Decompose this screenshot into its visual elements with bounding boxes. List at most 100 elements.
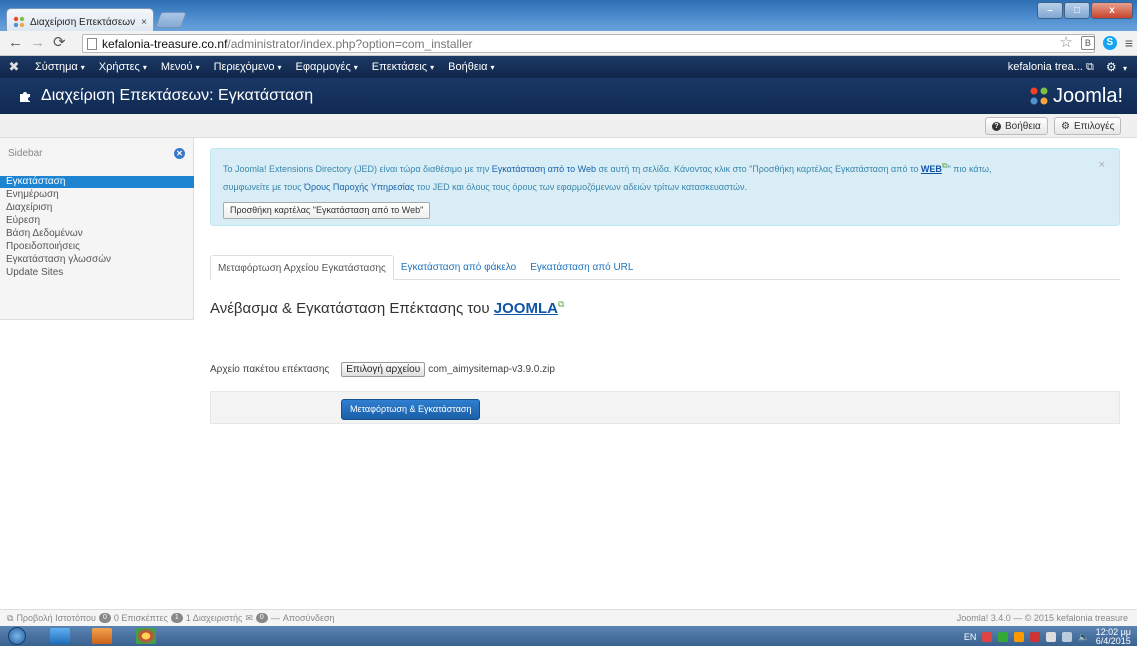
menu-users-label: Χρήστες	[98, 61, 140, 73]
help-button-label: Βοήθεια	[1005, 120, 1041, 132]
terms-of-service-link[interactable]: Όρους Παροχής Υπηρεσίας	[304, 182, 414, 192]
sidebar: Sidebar ✕ Εγκατάσταση Ενημέρωση Διαχείρι…	[0, 138, 194, 320]
window-close-button[interactable]: x	[1091, 2, 1133, 19]
upload-action-well: Μεταφόρτωση & Εγκατάσταση	[210, 391, 1120, 424]
forward-arrow-icon[interactable]: →	[30, 35, 45, 51]
joomla-brand-text: Joomla!	[1052, 84, 1123, 107]
network-icon[interactable]	[1062, 632, 1073, 642]
external-link-icon: ⧉	[7, 612, 14, 623]
menu-help[interactable]: Βοήθεια ▾	[441, 61, 501, 73]
ie-icon[interactable]	[50, 628, 70, 644]
menu-components[interactable]: Εφαρμογές ▾	[289, 61, 365, 73]
browser-tab[interactable]: Διαχείριση Επεκτάσεων · ×	[6, 8, 154, 31]
alert-line-1: To Joomla! Extensions Directory (JED) εί…	[223, 161, 992, 174]
skype-icon[interactable]: S	[1102, 36, 1117, 50]
reload-icon[interactable]: ⟳	[53, 35, 66, 51]
joomla-brand-icon	[1030, 87, 1048, 105]
tab-close-icon[interactable]: ×	[141, 17, 147, 28]
preview-site-label: Προβολή Ιστοτόπου	[16, 613, 96, 623]
sidebar-item-warnings[interactable]: Προειδοποιήσεις	[0, 241, 194, 253]
clock[interactable]: 12:02 μμ 6/4/2015	[1096, 628, 1131, 646]
new-tab-button[interactable]	[155, 12, 187, 28]
install-from-web-link[interactable]: Εγκατάσταση από το Web	[492, 164, 596, 174]
envelope-icon: ✉	[245, 612, 253, 623]
flag-icon[interactable]	[1046, 632, 1057, 642]
volume-icon[interactable]: 🔈	[1078, 632, 1089, 643]
choose-file-button[interactable]: Επιλογή αρχείου	[341, 362, 426, 377]
caret-down-icon: ▾	[490, 63, 495, 72]
system-tray: EN 🔈 12:02 μμ 6/4/2015	[964, 628, 1131, 646]
start-orb-icon[interactable]	[8, 627, 26, 645]
clock-date: 6/4/2015	[1095, 636, 1131, 646]
tab-install-from-url[interactable]: Εγκατάσταση από URL	[523, 255, 640, 280]
url-bar[interactable]: kefalonia-treasure.co.nf /administrator/…	[82, 34, 1095, 53]
menu-content[interactable]: Περιεχόμενο ▾	[207, 61, 289, 73]
back-arrow-icon[interactable]: ←	[8, 35, 23, 51]
menu-system[interactable]: Σύστημα ▾	[28, 61, 92, 73]
bookmark-star-icon[interactable]: ☆	[1059, 35, 1072, 51]
add-install-from-web-tab-button[interactable]: Προσθήκη καρτέλας "Εγκατάσταση από το We…	[223, 202, 431, 219]
alert-text: του JED και όλους τους όρους των εφαρμοζ…	[414, 182, 748, 192]
tray-app-icon[interactable]	[1030, 632, 1041, 642]
language-indicator[interactable]: EN	[964, 632, 977, 642]
sidebar-item-update[interactable]: Ενημέρωση	[0, 189, 194, 201]
menu-extensions[interactable]: Επεκτάσεις ▾	[365, 61, 441, 73]
alert-text: To Joomla! Extensions Directory (JED) εί…	[223, 164, 492, 174]
upload-and-install-button[interactable]: Μεταφόρτωση & Εγκατάσταση	[341, 399, 481, 420]
sidebar-heading: Sidebar	[8, 148, 43, 159]
joomla-link[interactable]: JOOMLA	[494, 300, 558, 317]
menu-content-label: Περιεχόμενο	[213, 61, 275, 73]
sidebar-item-update-sites[interactable]: Update Sites	[0, 267, 194, 279]
window-maximize-button[interactable]: □	[1064, 2, 1090, 19]
visitors-label: 0 Επισκέπτες	[113, 613, 168, 623]
puzzle-icon	[19, 89, 33, 103]
menu-users[interactable]: Χρήστες ▾	[92, 61, 154, 73]
window-minimize-button[interactable]: –	[1037, 2, 1063, 19]
selected-file-name: com_aimysitemap-v3.9.0.zip	[428, 364, 555, 375]
alert-text: " πιο κάτω,	[947, 164, 992, 174]
sidebar-item-install-languages[interactable]: Εγκατάσταση γλωσσών	[0, 254, 194, 266]
sidebar-item-install[interactable]: Εγκατάσταση	[0, 176, 194, 188]
messages-status[interactable]: ✉ 0	[245, 613, 268, 624]
tray-app-icon[interactable]	[982, 632, 993, 642]
preview-site-link[interactable]: ⧉ Προβολή Ιστοτόπου	[7, 613, 96, 624]
windows-taskbar: EN 🔈 12:02 μμ 6/4/2015	[0, 626, 1137, 646]
help-button[interactable]: ? Βοήθεια	[985, 117, 1048, 135]
web-link[interactable]: WEB	[921, 164, 942, 174]
site-link-label: kefalonia trea...	[1007, 60, 1083, 73]
chrome-icon[interactable]	[136, 628, 156, 644]
caret-down-icon: ▾	[142, 63, 147, 72]
window-controls: – □ x	[1037, 2, 1133, 19]
site-link[interactable]: kefalonia trea... ⧉	[1008, 61, 1094, 74]
tray-app-icon[interactable]	[1014, 632, 1025, 642]
visitors-badge: 0	[98, 613, 111, 623]
user-gear-icon[interactable]: ⚙ ▾	[1106, 60, 1127, 74]
options-button-label: Επιλογές	[1073, 120, 1115, 132]
sidebar-item-discover[interactable]: Εύρεση	[0, 215, 194, 227]
admins-status: 11 Διαχειριστής	[170, 613, 242, 623]
menu-system-label: Σύστημα	[35, 61, 78, 73]
tab-upload-package[interactable]: Μεταφόρτωση Αρχείου Εγκατάστασης	[210, 255, 394, 280]
messages-badge: 0	[255, 613, 268, 623]
menu-menus[interactable]: Μενού ▾	[154, 61, 207, 73]
alert-close-icon[interactable]: ×	[1099, 159, 1105, 171]
tab-install-from-folder[interactable]: Εγκατάσταση από φάκελο	[394, 255, 523, 280]
upload-section-title: Ανέβασμα & Εγκατάσταση Επέκτασης του JOO…	[210, 299, 564, 317]
browser-menu-icon[interactable]: ≡	[1125, 35, 1133, 51]
install-tabs: Μεταφόρτωση Αρχείου Εγκατάστασης Εγκατάσ…	[210, 255, 1120, 280]
tray-app-icon[interactable]	[998, 632, 1009, 642]
logout-link[interactable]: — Αποσύνδεση	[271, 613, 335, 623]
logout-dash: —	[270, 613, 280, 623]
sidebar-toggle-icon[interactable]: ✕	[174, 148, 185, 159]
page-header: Διαχείριση Επεκτάσεων: Εγκατάσταση Jooml…	[0, 78, 1137, 114]
sidebar-item-manage[interactable]: Διαχείριση	[0, 202, 194, 214]
media-player-icon[interactable]	[92, 628, 112, 644]
options-button[interactable]: ⚙ Επιλογές	[1054, 117, 1122, 135]
caret-down-icon: ▾	[1122, 64, 1127, 73]
sidebar-item-database[interactable]: Βάση Δεδομένων	[0, 228, 194, 240]
component-toolbar: ? Βοήθεια ⚙ Επιλογές	[0, 114, 1137, 138]
joomla-logo-icon[interactable]: ✖	[0, 59, 28, 75]
upload-title-text: Ανέβασμα & Εγκατάσταση Επέκτασης του	[210, 300, 494, 317]
extension-icon[interactable]: B	[1080, 36, 1095, 50]
joomla-favicon-icon	[13, 16, 25, 28]
